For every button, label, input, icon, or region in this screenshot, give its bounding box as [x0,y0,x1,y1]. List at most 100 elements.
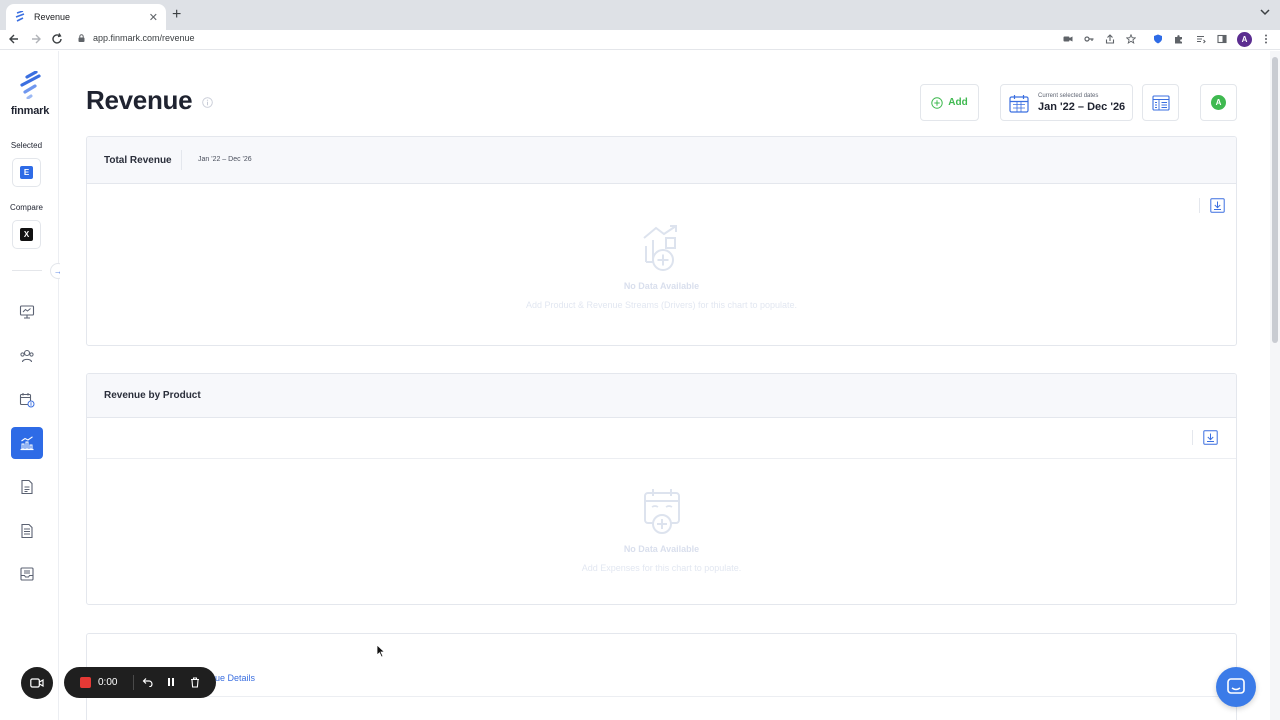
revenue-by-product-card: Revenue by Product No Data Available Add… [86,373,1237,605]
scrollbar-thumb[interactable] [1272,57,1278,343]
recorder-divider [133,675,134,690]
puzzle-extensions-icon[interactable] [1174,34,1184,44]
recording-timer: 0:00 [98,677,118,688]
sidebar-item-dashboard[interactable] [11,296,43,328]
sidebar-item-expenses[interactable] [11,384,43,416]
calendar-icon [1009,95,1029,113]
card-row-separator [87,696,1236,697]
selected-scenario-button[interactable]: E [12,158,41,187]
key-icon[interactable] [1084,34,1094,44]
revenue-details-link[interactable]: nue Details [210,673,255,683]
reading-list-icon[interactable] [1196,34,1206,44]
trash-icon [191,676,199,688]
calendar-dollar-icon [19,393,35,408]
download-icon [1210,198,1225,213]
user-avatar: A [1211,95,1226,110]
page-scrollbar[interactable] [1270,51,1280,720]
address-bar[interactable]: app.finmark.com/revenue [78,33,195,43]
table-view-button[interactable] [1142,84,1179,121]
compare-scenario-badge: X [20,228,33,241]
new-tab-icon[interactable]: + [172,7,181,23]
document-dollar-icon [21,479,33,495]
total-revenue-title: Total Revenue [104,155,172,166]
sidebar-item-revenue[interactable] [11,427,43,459]
share-icon[interactable] [1105,34,1115,44]
download-icon [1203,430,1218,445]
revenue-by-product-card-header: Revenue by Product [87,374,1236,418]
back-arrow-icon[interactable] [8,32,20,46]
dates-caption: Current selected dates [1038,93,1099,99]
info-icon[interactable] [202,97,213,108]
mouse-cursor-icon [376,644,386,658]
plus-circle-icon [931,96,943,109]
bookmark-star-icon[interactable] [1126,34,1136,44]
main-content: Revenue Add Current selected dates Jan '… [60,51,1270,720]
browser-menu-kebab-icon[interactable] [1261,34,1271,44]
dashboard-monitor-icon [19,305,35,319]
sidebar-item-headcount[interactable] [11,340,43,372]
tab-search-chevron-icon[interactable] [1260,8,1270,16]
chart-add-placeholder-icon [642,225,677,271]
browser-tab-bar: Revenue ✕ + [0,0,1280,30]
reload-icon[interactable] [51,32,63,46]
inbox-tray-icon [20,567,34,581]
undo-recording-button[interactable] [139,674,155,690]
finmark-logo[interactable]: finmark [8,70,52,117]
sidebar-item-financials[interactable] [11,471,43,503]
download-separator [1199,198,1200,213]
total-revenue-card: Total Revenue Jan '22 – Dec '26 No Data … [86,136,1237,346]
support-chat-button[interactable] [1216,667,1256,707]
revenue-by-product-title: Revenue by Product [104,390,201,401]
total-revenue-date-range: Jan '22 – Dec '26 [198,156,252,163]
browser-toolbar: app.finmark.com/revenue A [0,30,1280,50]
stop-recording-button[interactable] [80,677,91,688]
tab-title: Revenue [34,12,71,22]
add-button-label: Add [948,97,968,108]
total-revenue-empty-state: No Data Available Add Product & Revenue … [87,224,1236,310]
undo-icon [142,678,153,687]
download-separator [1192,430,1193,445]
date-range-picker[interactable]: Current selected dates Jan '22 – Dec '26 [1000,84,1133,121]
people-team-icon [20,349,34,363]
close-tab-icon[interactable]: ✕ [149,11,158,24]
lock-icon [78,34,85,42]
card-row-separator [87,458,1236,459]
app-sidebar: finmark Selected E Compare X → [0,51,66,720]
header-separator [181,150,182,170]
video-camera-icon [30,678,44,688]
total-revenue-empty-title: No Data Available [623,281,700,291]
compare-scenario-button[interactable]: X [12,220,41,249]
recording-control-bar: 0:00 [64,667,216,698]
delete-recording-button[interactable] [187,674,203,690]
browser-tab[interactable]: Revenue ✕ [6,4,166,30]
report-list-icon [21,523,33,539]
total-revenue-card-header: Total Revenue Jan '22 – Dec '26 [87,137,1236,184]
pause-recording-button[interactable] [163,674,179,690]
revenue-by-product-empty-state: No Data Available Add Expenses for this … [87,487,1236,573]
revenue-by-product-empty-hint: Add Expenses for this chart to populate. [581,563,742,573]
finmark-logo-icon [20,70,41,100]
chat-bubble-icon [1227,678,1245,694]
download-chart-button[interactable] [1209,197,1226,214]
camera-toggle-button[interactable] [21,667,53,699]
browser-profile-avatar[interactable]: A [1237,32,1252,47]
revenue-by-product-empty-title: No Data Available [623,544,700,554]
sidebar-item-integrations[interactable] [11,558,43,590]
calendar-add-placeholder-icon [643,489,680,534]
add-button[interactable]: Add [920,84,979,121]
camera-extension-icon[interactable] [1063,34,1073,44]
shield-extension-icon[interactable] [1153,34,1163,44]
side-panel-icon[interactable] [1217,34,1227,44]
revenue-chart-icon [20,436,34,451]
url-text: app.finmark.com/revenue [93,33,195,43]
revenue-details-card [86,633,1237,720]
download-chart-button[interactable] [1202,429,1219,446]
selected-label: Selected [10,141,43,150]
table-layout-icon [1151,94,1170,111]
dates-value: Jan '22 – Dec '26 [1038,101,1126,113]
selected-scenario-badge: E [20,166,33,179]
compare-label: Compare [10,203,43,212]
forward-arrow-icon[interactable] [30,32,42,46]
sidebar-item-reports[interactable] [11,515,43,547]
user-menu-button[interactable]: A [1200,84,1237,121]
